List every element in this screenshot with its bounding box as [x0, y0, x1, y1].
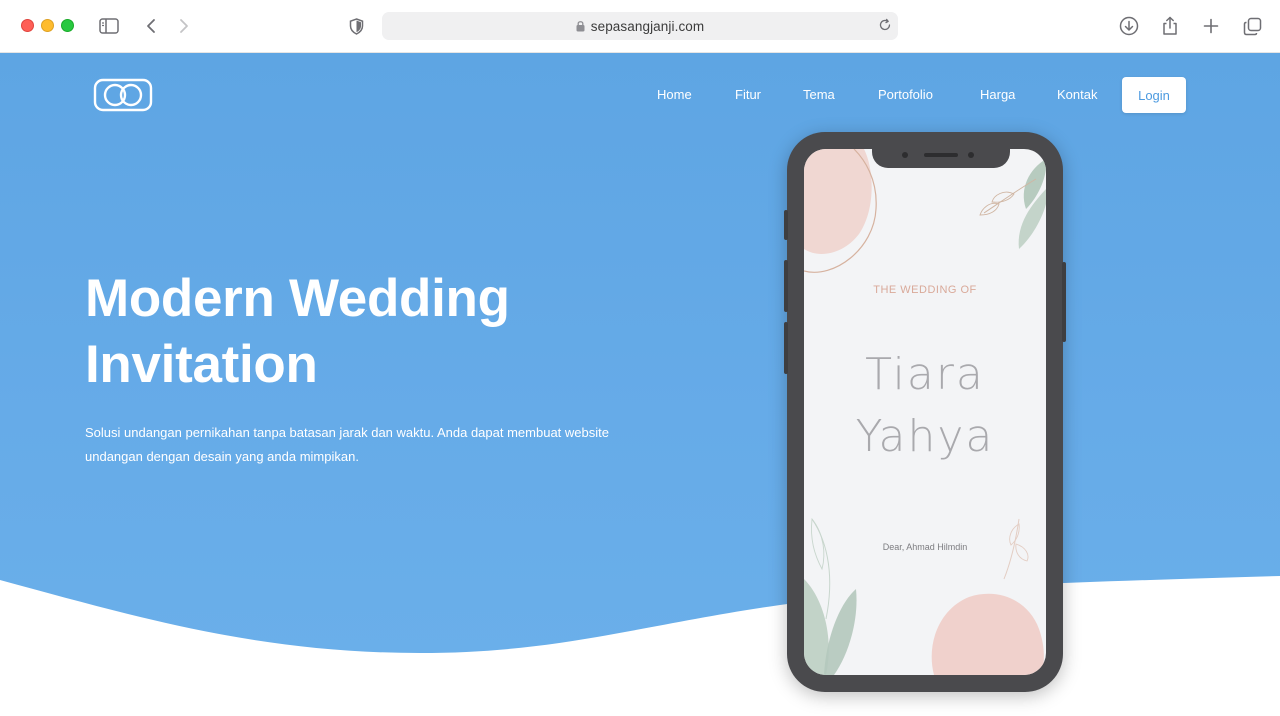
nav-harga-link[interactable]: Harga: [980, 87, 1015, 102]
couple-name-2: Yahya: [855, 411, 995, 462]
close-window-button[interactable]: [21, 19, 34, 32]
chevron-left-icon: [147, 19, 155, 33]
new-tab-button[interactable]: [1200, 14, 1222, 38]
headline-line-2: Invitation: [85, 335, 318, 394]
nav-kontak-link[interactable]: Kontak: [1057, 87, 1097, 102]
share-icon: [1163, 16, 1177, 35]
zoom-window-button[interactable]: [61, 19, 74, 32]
headline-line-1: Modern Wedding: [85, 269, 510, 328]
wedding-of-label: THE WEDDING OF: [873, 284, 977, 296]
privacy-report-button[interactable]: [347, 14, 365, 38]
notch-sensor: [902, 152, 908, 158]
chevron-right-icon: [180, 19, 188, 33]
browser-toolbar: sepasangjanji.com: [0, 0, 1280, 53]
hero-headline: Modern Wedding Invitation: [85, 266, 605, 398]
nav-portofolio-link[interactable]: Portofolio: [878, 87, 933, 102]
nav-tema-link[interactable]: Tema: [803, 87, 835, 102]
hero-section: Home Fitur Tema Portofolio Harga Kontak …: [0, 53, 1280, 716]
phone-notch: [872, 149, 1010, 168]
url-text: sepasangjanji.com: [590, 18, 705, 34]
tabs-icon: [1243, 17, 1261, 35]
phone-mockup: THE WEDDING OF Tiara Yahya Dear, Ahmad H…: [784, 132, 1066, 692]
forward-button[interactable]: [176, 14, 192, 38]
nav-home-link[interactable]: Home: [657, 87, 692, 102]
tab-overview-button[interactable]: [1241, 14, 1263, 38]
reload-icon[interactable]: [878, 18, 892, 32]
address-bar[interactable]: sepasangjanji.com: [382, 12, 898, 40]
phone-volume-up: [784, 260, 788, 312]
sidebar-toggle-button[interactable]: [98, 14, 120, 38]
login-button[interactable]: Login: [1122, 77, 1186, 113]
front-camera: [968, 152, 974, 158]
phone-mute-switch: [784, 210, 788, 240]
shield-icon: [349, 17, 363, 35]
hero-description: Solusi undangan pernikahan tanpa batasan…: [85, 425, 609, 464]
main-navigation: Home Fitur Tema Portofolio Harga Kontak …: [0, 77, 1280, 113]
notch-speaker: [924, 153, 958, 157]
lock-icon: [576, 21, 585, 32]
phone-screen: THE WEDDING OF Tiara Yahya Dear, Ahmad H…: [804, 149, 1046, 675]
couple-name-1: Tiara: [865, 349, 985, 400]
phone-power-button: [1062, 262, 1066, 342]
guest-greeting: Dear, Ahmad Hilmdin: [882, 542, 968, 552]
share-button[interactable]: [1159, 14, 1181, 38]
downloads-button[interactable]: [1118, 14, 1140, 38]
minimize-window-button[interactable]: [41, 19, 54, 32]
download-icon: [1119, 16, 1139, 36]
back-button[interactable]: [143, 14, 159, 38]
phone-volume-down: [784, 322, 788, 374]
plus-icon: [1203, 18, 1219, 34]
sidebar-icon: [99, 18, 119, 34]
nav-fitur-link[interactable]: Fitur: [735, 87, 761, 102]
